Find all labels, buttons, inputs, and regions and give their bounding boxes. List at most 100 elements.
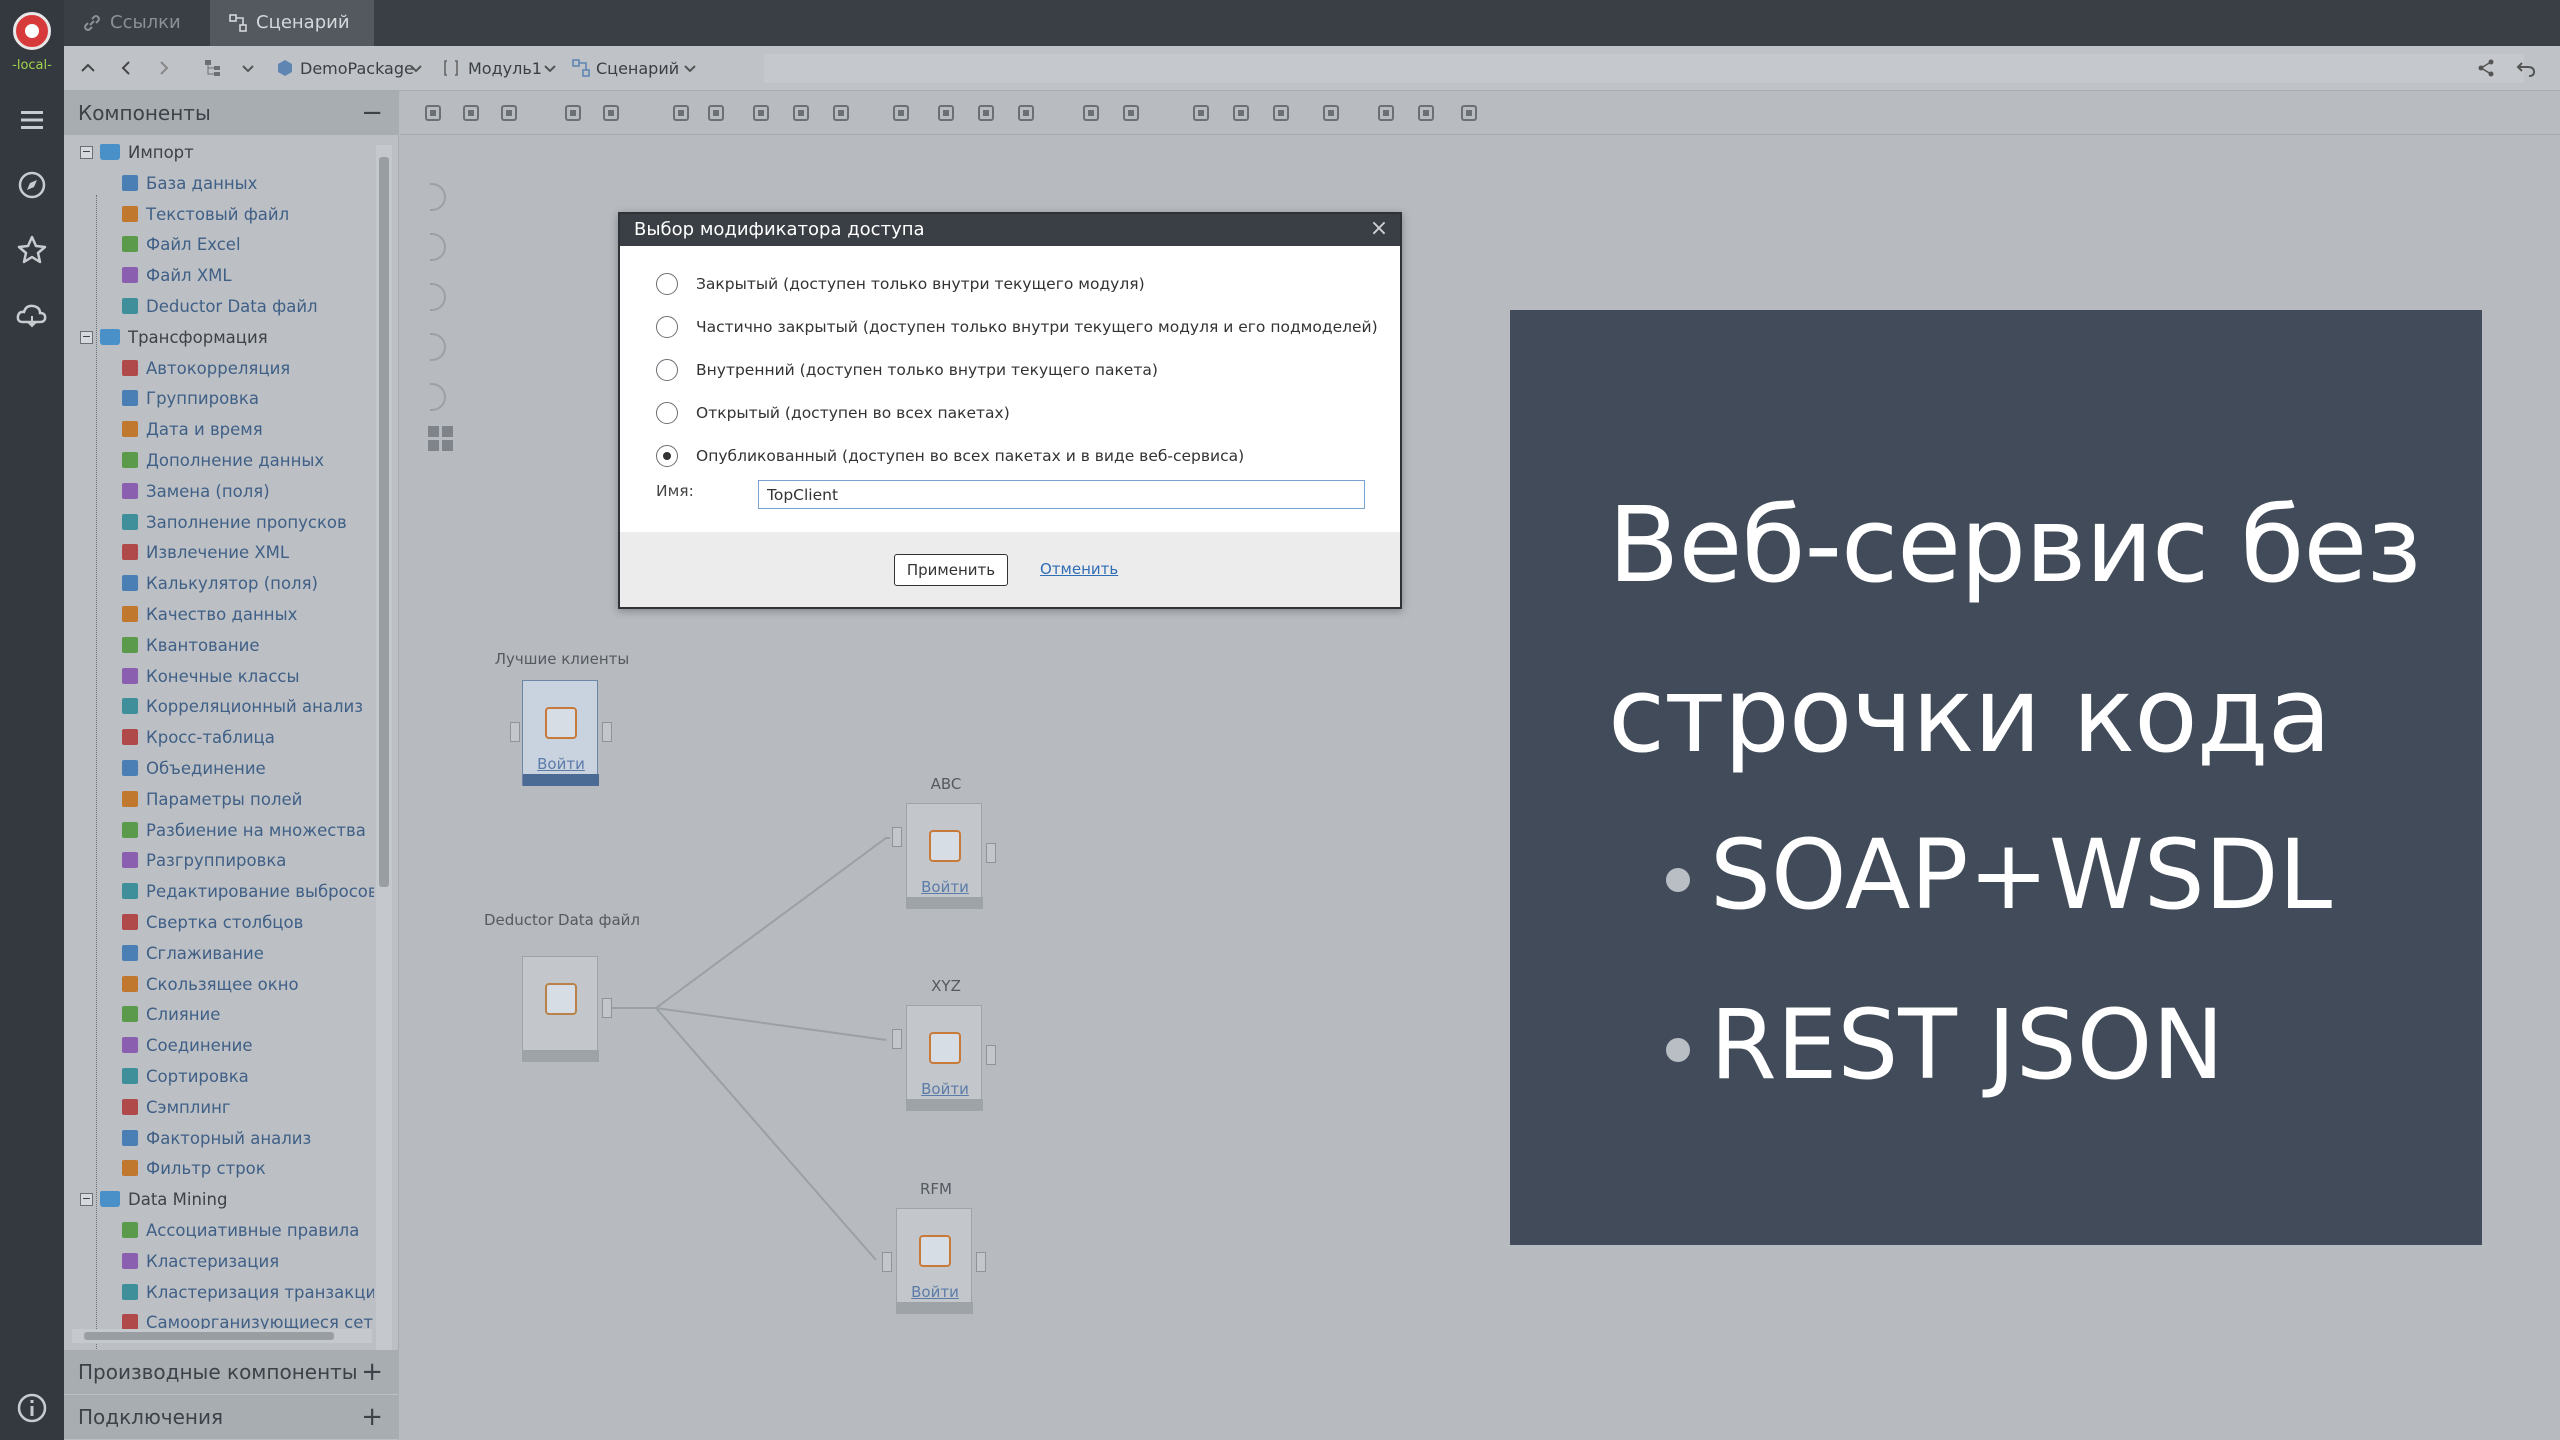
group-icon[interactable] — [750, 102, 772, 124]
collapse-icon[interactable]: − — [80, 330, 93, 344]
tree-item[interactable]: Корреляционный анализ — [122, 692, 363, 722]
output-port[interactable] — [976, 1252, 986, 1272]
tree-item[interactable]: Разбиение на множества — [122, 816, 366, 846]
chevron-down-icon[interactable] — [404, 56, 428, 80]
tree-item[interactable]: Конечные классы — [122, 662, 300, 692]
input-port[interactable] — [892, 827, 902, 847]
tree-item[interactable]: Автокорреляция — [122, 354, 290, 384]
enter-link[interactable]: Войти — [907, 1080, 983, 1098]
access-option[interactable]: Частично закрытый (доступен только внутр… — [656, 313, 1378, 341]
share-icon[interactable] — [2474, 56, 2498, 80]
output-port[interactable] — [602, 722, 612, 742]
tab-scenario[interactable]: Сценарий — [210, 0, 374, 46]
enter-link[interactable]: Войти — [907, 878, 983, 896]
close-icon[interactable]: × — [1368, 218, 1390, 240]
input-port[interactable] — [892, 1029, 902, 1049]
tree-item[interactable]: Факторный анализ — [122, 1124, 311, 1154]
chevron-down-icon[interactable] — [678, 56, 702, 80]
back-icon[interactable] — [114, 56, 138, 80]
tree-folder-datamining[interactable]: − Data Mining — [80, 1185, 227, 1215]
align-dropdown-icon[interactable] — [705, 102, 727, 124]
align-icon[interactable] — [670, 102, 692, 124]
tree-item[interactable]: Файл Excel — [122, 230, 241, 260]
tree-item[interactable]: Ассоциативные правила — [122, 1216, 359, 1246]
tree-item[interactable]: Файл XML — [122, 261, 232, 291]
tree-item[interactable]: Редактирование выбросов — [122, 877, 374, 907]
compass-icon[interactable] — [12, 165, 52, 205]
input-port[interactable] — [510, 722, 520, 742]
tree-item[interactable]: Разгруппировка — [122, 846, 286, 876]
tree-item[interactable]: Соединение — [122, 1031, 253, 1061]
settings-icon[interactable] — [1080, 102, 1102, 124]
expand-icon[interactable]: + — [361, 1395, 383, 1439]
node-box[interactable]: Войти — [906, 1005, 983, 1111]
breadcrumb-scenario[interactable]: Сценарий — [572, 46, 679, 91]
access-option[interactable]: Опубликованный (доступен во всех пакетах… — [656, 442, 1244, 470]
copy-dropdown-icon[interactable] — [830, 102, 852, 124]
scroll-thumb[interactable] — [379, 157, 389, 887]
access-option[interactable]: Внутренний (доступен только внутри текущ… — [656, 356, 1158, 384]
output-port[interactable] — [986, 1045, 996, 1065]
tree-item[interactable]: Сортировка — [122, 1062, 249, 1092]
sort-icon[interactable] — [890, 102, 912, 124]
input-port[interactable] — [882, 1252, 892, 1272]
node-box[interactable]: Войти — [522, 680, 599, 786]
run-icon[interactable] — [935, 102, 957, 124]
info-icon[interactable] — [12, 1388, 52, 1428]
undo-icon[interactable] — [2514, 56, 2538, 80]
flag-icon[interactable] — [1415, 102, 1437, 124]
run-to-icon[interactable] — [1015, 102, 1037, 124]
cancel-link[interactable]: Отменить — [1040, 560, 1118, 578]
tree-item[interactable]: Дата и время — [122, 415, 263, 445]
tree-folder-import[interactable]: − Импорт — [80, 138, 194, 168]
enter-link[interactable]: Войти — [523, 755, 599, 773]
delete-icon[interactable] — [1270, 102, 1292, 124]
tree-item[interactable]: Кластеризация транзакций — [122, 1278, 374, 1308]
expand-icon[interactable]: + — [361, 1350, 383, 1394]
menu-icon[interactable] — [12, 100, 52, 140]
run-step-icon[interactable] — [975, 102, 997, 124]
node-box[interactable] — [522, 956, 599, 1062]
tree-item[interactable]: Слияние — [122, 1000, 220, 1030]
cloud-icon[interactable] — [12, 295, 52, 335]
list-icon[interactable] — [600, 102, 622, 124]
collapse-icon[interactable]: − — [361, 91, 383, 135]
radio-button[interactable] — [656, 273, 678, 295]
connect-icon[interactable] — [1375, 102, 1397, 124]
tree-structure-icon[interactable] — [204, 59, 222, 77]
collapse-left-icon[interactable] — [422, 102, 444, 124]
node-box[interactable]: Войти — [906, 803, 983, 909]
tree-item[interactable]: Извлечение XML — [122, 538, 289, 568]
tree-item[interactable]: Кросс-таблица — [122, 723, 275, 753]
chevron-up-icon[interactable] — [76, 56, 100, 80]
tree-item[interactable]: Параметры полей — [122, 785, 302, 815]
pointer-icon[interactable] — [460, 102, 482, 124]
output-port[interactable] — [986, 843, 996, 863]
enter-link[interactable]: Войти — [897, 1283, 973, 1301]
breadcrumb-package[interactable]: DemoPackage — [276, 46, 414, 91]
copy-icon[interactable] — [790, 102, 812, 124]
radio-button[interactable] — [656, 402, 678, 424]
tree-item[interactable]: Сэмплинг — [122, 1093, 231, 1123]
radio-button[interactable] — [656, 445, 678, 467]
split-icon[interactable] — [1190, 102, 1212, 124]
tree-item[interactable]: Текстовый файл — [122, 200, 289, 230]
access-option[interactable]: Открытый (доступен во всех пакетах) — [656, 399, 1010, 427]
forward-icon[interactable] — [152, 56, 176, 80]
tree-item[interactable]: Группировка — [122, 384, 259, 414]
scroll-thumb[interactable] — [84, 1332, 334, 1340]
horizontal-scrollbar[interactable] — [72, 1329, 372, 1343]
tree-item[interactable]: Калькулятор (поля) — [122, 569, 318, 599]
merge-icon[interactable] — [1230, 102, 1252, 124]
tree-item[interactable]: Скользящее окно — [122, 970, 299, 1000]
tree-item[interactable]: Качество данных — [122, 600, 297, 630]
debug-icon[interactable] — [1120, 102, 1142, 124]
radio-button[interactable] — [656, 316, 678, 338]
output-port[interactable] — [602, 998, 612, 1018]
star-icon[interactable] — [12, 230, 52, 270]
tab-links[interactable]: Ссылки — [64, 0, 209, 46]
chevron-down-icon[interactable] — [236, 56, 260, 80]
name-field[interactable] — [758, 480, 1365, 509]
chevron-down-icon[interactable] — [538, 56, 562, 80]
connections-header[interactable]: Подключения + — [64, 1395, 399, 1439]
